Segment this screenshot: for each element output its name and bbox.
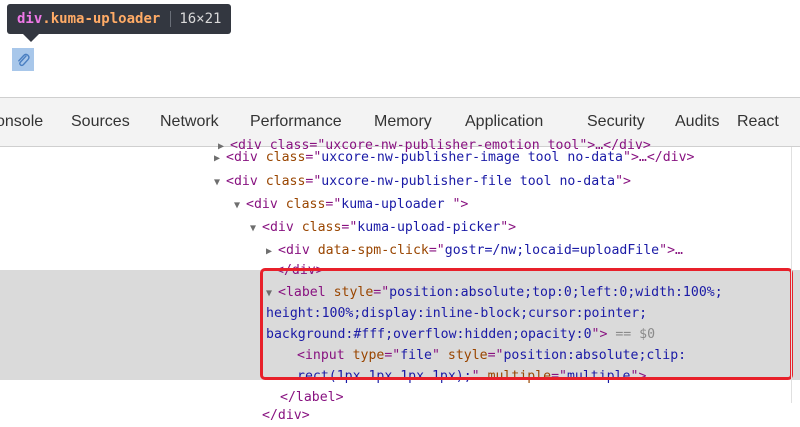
tab-network[interactable]: Network [160, 98, 219, 146]
inspector-tooltip: div .kuma-uploader 16×21 [7, 4, 232, 34]
tree-row-upload-picker[interactable]: ▼ <div class="kuma-upload-picker"> [250, 217, 516, 239]
collapse-triangle-icon[interactable]: ▼ [234, 195, 246, 217]
collapse-triangle-icon[interactable]: ▼ [250, 218, 262, 240]
collapse-triangle-icon[interactable]: ▼ [214, 172, 226, 194]
tree-row-div-close-2[interactable]: </div> [262, 405, 310, 427]
inspected-page: div .kuma-uploader 16×21 [0, 0, 800, 95]
expand-triangle-icon[interactable]: ▶ [214, 148, 226, 170]
tree-row-spm-click[interactable]: ▶ <div data-spm-click="gostr=/nw;locaid=u… [266, 240, 683, 262]
tooltip-class: .kuma-uploader [42, 11, 161, 27]
tree-row-file-tool[interactable]: ▼ <div class="uxcore-nw-publisher-file to… [214, 171, 631, 193]
tooltip-separator [170, 11, 172, 27]
tab-react[interactable]: React [737, 98, 779, 146]
tooltip-size: 16×21 [179, 11, 222, 27]
tree-row-image-tool[interactable]: ▶ <div class="uxcore-nw-publisher-image t… [214, 147, 694, 169]
annotation-highlight-box [260, 268, 793, 380]
paperclip-icon [18, 53, 30, 66]
elements-tree: ▶ <div class="uxcore-nw-publisher-emotion… [0, 138, 800, 423]
tooltip-arrow [23, 34, 39, 42]
tab-sources[interactable]: Sources [71, 98, 130, 146]
tooltip-tag: div [17, 11, 43, 27]
tree-row-kuma-uploader[interactable]: ▼ <div class="kuma-uploader "> [234, 194, 468, 216]
element-highlight[interactable] [12, 48, 34, 71]
scrollbar-track[interactable] [791, 147, 792, 403]
tab-console[interactable]: onsole [0, 98, 43, 146]
tab-audits[interactable]: Audits [675, 98, 719, 146]
